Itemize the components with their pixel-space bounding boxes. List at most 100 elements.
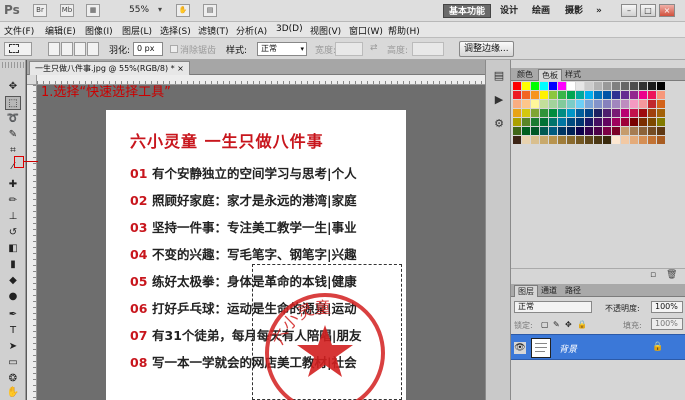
- swatch[interactable]: [540, 100, 548, 108]
- swatch[interactable]: [558, 100, 566, 108]
- swatch[interactable]: [513, 109, 521, 117]
- swatch[interactable]: [612, 91, 620, 99]
- fill-input[interactable]: 100%: [651, 318, 683, 330]
- style-select[interactable]: 正常 ▾: [257, 42, 307, 56]
- swatch[interactable]: [603, 109, 611, 117]
- swatch[interactable]: [585, 91, 593, 99]
- add-selection-icon[interactable]: [61, 42, 73, 56]
- swatch[interactable]: [567, 100, 575, 108]
- swatch[interactable]: [567, 127, 575, 135]
- swatch[interactable]: [513, 82, 521, 90]
- swatch[interactable]: [657, 136, 665, 144]
- swatch[interactable]: [657, 82, 665, 90]
- swatch[interactable]: [630, 109, 638, 117]
- tab-color[interactable]: 颜色: [514, 69, 536, 81]
- menu-layer[interactable]: 图层(L): [122, 24, 152, 37]
- workspace-design[interactable]: 设计: [495, 4, 523, 18]
- tab-styles[interactable]: 样式: [562, 69, 584, 81]
- bridge-icon[interactable]: Br: [33, 4, 47, 17]
- swatch[interactable]: [621, 82, 629, 90]
- swatch[interactable]: [522, 100, 530, 108]
- refine-edge-button[interactable]: 调整边缘...: [459, 41, 514, 57]
- swatch[interactable]: [531, 82, 539, 90]
- dodge-tool-icon[interactable]: ●: [5, 290, 21, 304]
- feather-input[interactable]: 0 px: [133, 42, 163, 56]
- swatch[interactable]: [612, 82, 620, 90]
- swatch[interactable]: [639, 109, 647, 117]
- clone-stamp-icon[interactable]: ⊥: [5, 210, 21, 224]
- shape-tool-icon[interactable]: ▭: [5, 356, 21, 370]
- swatch[interactable]: [648, 109, 656, 117]
- swatch[interactable]: [531, 127, 539, 135]
- swatch[interactable]: [576, 91, 584, 99]
- swatch[interactable]: [612, 136, 620, 144]
- arrange-documents-icon[interactable]: ▤: [203, 4, 217, 17]
- hand-tool-icon[interactable]: ✋: [5, 386, 21, 400]
- menu-filter[interactable]: 滤镜(T): [198, 24, 229, 37]
- swatch[interactable]: [639, 118, 647, 126]
- swatch[interactable]: [576, 82, 584, 90]
- mini-bridge-icon[interactable]: Mb: [60, 4, 74, 17]
- swatch[interactable]: [648, 82, 656, 90]
- lock-transparent-icon[interactable]: ▢: [541, 320, 549, 329]
- maximize-button[interactable]: □: [640, 4, 656, 17]
- menu-help[interactable]: 帮助(H): [388, 24, 420, 37]
- minimize-button[interactable]: –: [621, 4, 637, 17]
- document-tab[interactable]: 一生只做八件事.jpg @ 55%(RGB/8) * ×: [29, 61, 190, 75]
- swatch[interactable]: [585, 136, 593, 144]
- swatch[interactable]: [576, 100, 584, 108]
- swatch[interactable]: [576, 127, 584, 135]
- swatch[interactable]: [558, 118, 566, 126]
- swatch[interactable]: [621, 136, 629, 144]
- new-selection-icon[interactable]: [48, 42, 60, 56]
- swatch[interactable]: [648, 127, 656, 135]
- swatch[interactable]: [621, 109, 629, 117]
- swatch[interactable]: [585, 100, 593, 108]
- menu-window[interactable]: 窗口(W): [349, 24, 383, 37]
- swatch[interactable]: [612, 118, 620, 126]
- height-input[interactable]: [412, 42, 444, 56]
- swatch[interactable]: [540, 109, 548, 117]
- swatch[interactable]: [522, 91, 530, 99]
- quick-selection-tool-icon[interactable]: ✎: [5, 128, 21, 142]
- actions-panel-icon[interactable]: ▶: [491, 92, 507, 108]
- width-input[interactable]: [335, 42, 363, 56]
- subtract-selection-icon[interactable]: [74, 42, 86, 56]
- swatch[interactable]: [549, 109, 557, 117]
- swatch[interactable]: [585, 82, 593, 90]
- swatch[interactable]: [585, 118, 593, 126]
- swatch[interactable]: [657, 91, 665, 99]
- swatch[interactable]: [567, 109, 575, 117]
- panel-grip[interactable]: [2, 62, 24, 68]
- tab-swatches[interactable]: 色板: [538, 69, 562, 81]
- swatch[interactable]: [621, 100, 629, 108]
- chevron-down-icon[interactable]: ▾: [158, 5, 162, 14]
- swatch[interactable]: [549, 91, 557, 99]
- swatch[interactable]: [513, 127, 521, 135]
- swatch[interactable]: [594, 127, 602, 135]
- swatch[interactable]: [603, 100, 611, 108]
- swatch[interactable]: [603, 118, 611, 126]
- swatch[interactable]: [630, 91, 638, 99]
- swatch[interactable]: [630, 82, 638, 90]
- workspace-more[interactable]: »: [591, 4, 607, 18]
- swatch[interactable]: [630, 118, 638, 126]
- eraser-tool-icon[interactable]: ◧: [5, 242, 21, 256]
- swatch[interactable]: [639, 136, 647, 144]
- menu-image[interactable]: 图像(I): [85, 24, 113, 37]
- swatch[interactable]: [558, 136, 566, 144]
- menu-view[interactable]: 视图(V): [310, 24, 341, 37]
- menu-3d[interactable]: 3D(D): [276, 24, 303, 34]
- swatch[interactable]: [540, 127, 548, 135]
- gradient-tool-icon[interactable]: ▮: [5, 258, 21, 272]
- swatch[interactable]: [594, 91, 602, 99]
- swatch[interactable]: [531, 136, 539, 144]
- tab-paths[interactable]: 路径: [562, 285, 584, 297]
- swatch[interactable]: [540, 82, 548, 90]
- swatch[interactable]: [558, 109, 566, 117]
- swatch[interactable]: [612, 109, 620, 117]
- swatch[interactable]: [648, 136, 656, 144]
- swatch[interactable]: [549, 100, 557, 108]
- swatch[interactable]: [522, 118, 530, 126]
- view-extras-icon[interactable]: ▦: [86, 4, 100, 17]
